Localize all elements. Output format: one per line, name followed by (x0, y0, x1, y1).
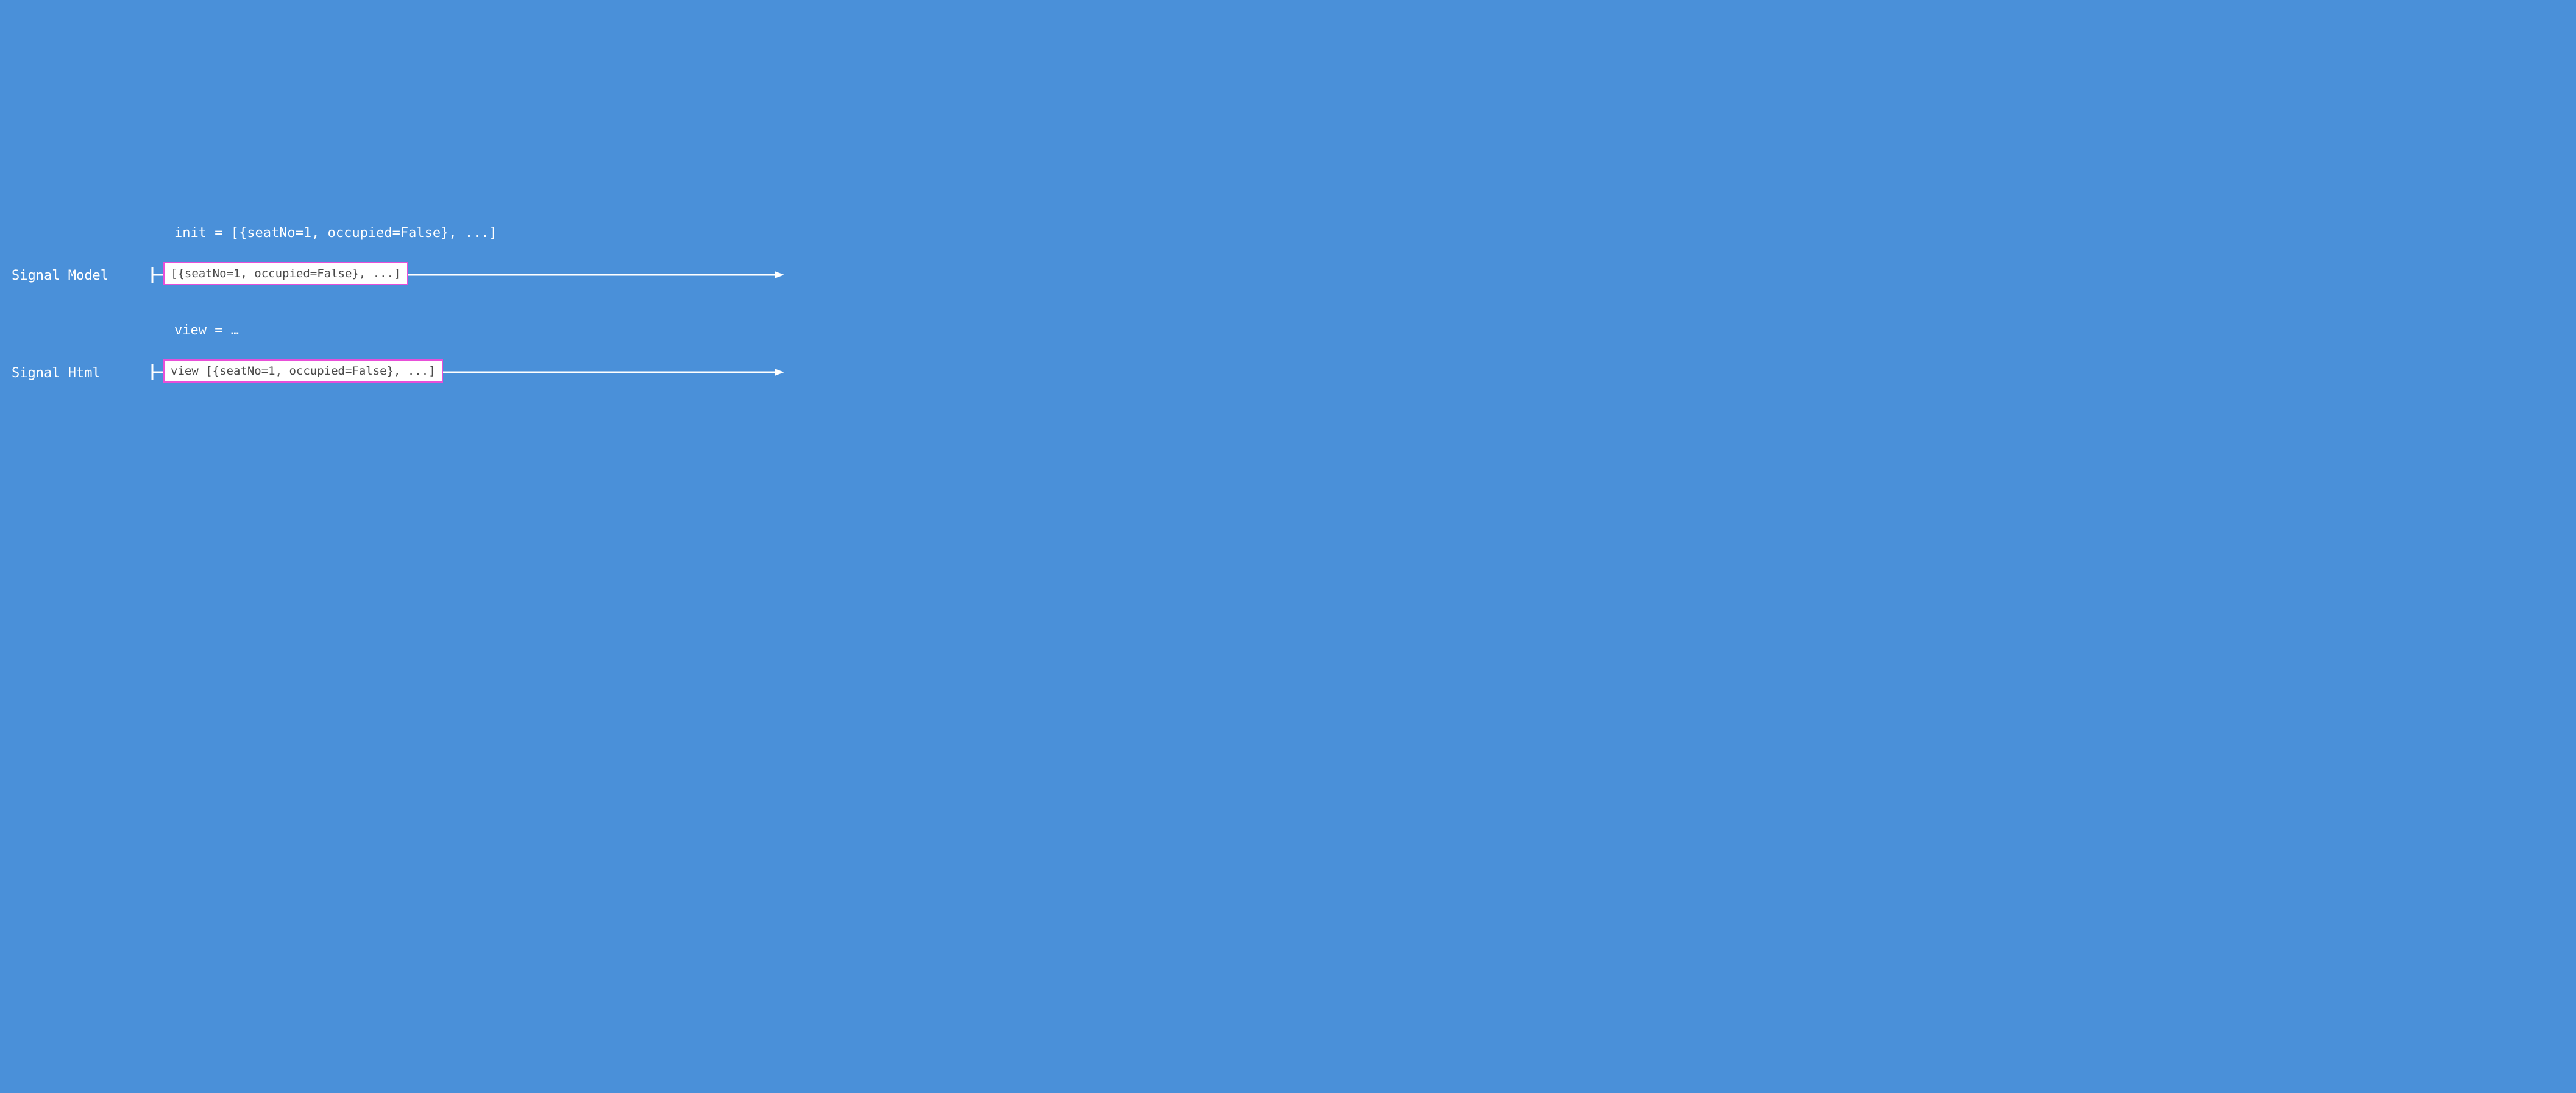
diagram-stage: init = [{seatNo=1, occupied=False}, ...]… (0, 0, 936, 397)
init-expression-label: init = [{seatNo=1, occupied=False}, ...] (174, 225, 497, 241)
view-expression-label: view = … (174, 323, 239, 339)
model-state-box: [{seatNo=1, occupied=False}, ...] (163, 262, 408, 285)
html-state-box: view [{seatNo=1, occupied=False}, ...] (163, 359, 443, 383)
signal-model-label: Signal Model (12, 268, 108, 284)
signal-html-label: Signal Html (12, 366, 101, 381)
